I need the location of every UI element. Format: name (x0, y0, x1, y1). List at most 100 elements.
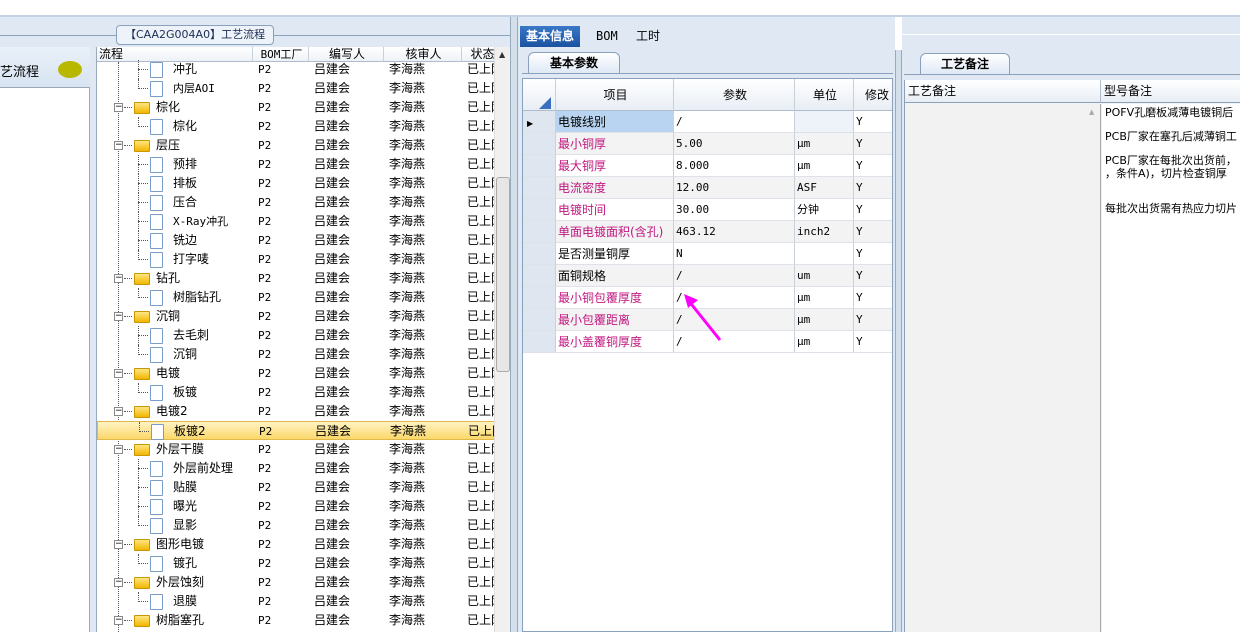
splitter-left[interactable] (510, 17, 518, 632)
col-header-unit[interactable]: 单位 (795, 79, 854, 111)
table-row[interactable]: 板镀 P2 吕建会 李海燕 已上网 (97, 383, 494, 402)
side-nav-item-process-flow[interactable]: 艺流程 (0, 47, 90, 88)
table-row[interactable]: 内层AOI P2 吕建会 李海燕 已上网 (97, 79, 494, 98)
table-row[interactable]: 曝光 P2 吕建会 李海燕 已上网 (97, 497, 494, 516)
table-row[interactable]: − 钻孔 P2 吕建会 李海燕 已上网 (97, 269, 494, 288)
param-value-input[interactable]: 8.000 (674, 155, 795, 177)
table-row[interactable]: 预排 P2 吕建会 李海燕 已上网 (97, 155, 494, 174)
document-icon (150, 328, 163, 344)
param-value-input[interactable]: / (674, 111, 795, 133)
table-row[interactable]: 树脂钻孔 P2 吕建会 李海燕 已上网 (97, 288, 494, 307)
cell-author: 吕建会 (314, 176, 351, 190)
param-item: 最小铜包覆厚度 (556, 287, 674, 309)
table-row[interactable]: − 外层干膜 P2 吕建会 李海燕 已上网 (97, 440, 494, 459)
row-header[interactable] (523, 133, 556, 155)
splitter-right[interactable] (895, 50, 902, 632)
table-row[interactable]: 显影 P2 吕建会 李海燕 已上网 (97, 516, 494, 535)
table-row[interactable]: 外层前处理 P2 吕建会 李海燕 已上网 (97, 459, 494, 478)
row-header[interactable]: ▶ (523, 111, 556, 133)
row-header[interactable] (523, 331, 556, 353)
param-value-input[interactable]: N (674, 243, 795, 265)
table-row[interactable]: 沉铜 P2 吕建会 李海燕 已上网 (97, 345, 494, 364)
param-value-input[interactable]: 30.00 (674, 199, 795, 221)
table-row[interactable]: 冲孔 P2 吕建会 李海燕 已上网 (97, 60, 494, 79)
tab-bom[interactable]: BOM (590, 26, 624, 47)
subtab-process-notes[interactable]: 工艺备注 (920, 53, 1010, 74)
table-row[interactable]: 压合 P2 吕建会 李海燕 已上网 (97, 193, 494, 212)
cell-reviewer: 李海燕 (389, 366, 426, 380)
table-row[interactable]: − 外层蚀刻 P2 吕建会 李海燕 已上网 (97, 573, 494, 592)
process-notes-field[interactable] (905, 104, 1101, 632)
collapse-icon[interactable]: − (114, 312, 123, 321)
tab-work-hours[interactable]: 工时 (630, 26, 666, 47)
cell-bom: P2 (258, 158, 272, 171)
row-header[interactable] (523, 243, 556, 265)
cell-reviewer: 李海燕 (389, 556, 426, 570)
param-value-input[interactable]: / (674, 265, 795, 287)
cell-status: 已上网 (467, 499, 494, 513)
table-row[interactable]: − 沉铜 P2 吕建会 李海燕 已上网 (97, 307, 494, 326)
cell-bom: P2 (259, 425, 273, 438)
table-row[interactable]: X-Ray冲孔 P2 吕建会 李海燕 已上网 (97, 212, 494, 231)
row-header[interactable] (523, 287, 556, 309)
param-unit: μm (795, 287, 854, 309)
tree-branch-line (138, 525, 148, 526)
col-header-item[interactable]: 项目 (556, 79, 674, 111)
row-header[interactable] (523, 177, 556, 199)
collapse-icon[interactable]: − (114, 540, 123, 549)
param-value-input[interactable]: 12.00 (674, 177, 795, 199)
param-modify: Y (854, 309, 892, 331)
table-row[interactable]: 排板 P2 吕建会 李海燕 已上网 (97, 174, 494, 193)
param-value-input[interactable]: 463.12 (674, 221, 795, 243)
row-header[interactable] (523, 309, 556, 331)
table-row[interactable]: 打字唛 P2 吕建会 李海燕 已上网 (97, 250, 494, 269)
table-row[interactable]: 板镀2 P2 吕建会 李海燕 已上网 (97, 421, 494, 440)
tree-node-label: 外层蚀刻 (156, 575, 205, 589)
collapse-icon[interactable]: − (114, 141, 123, 150)
collapse-icon[interactable]: − (114, 369, 123, 378)
row-header[interactable] (523, 265, 556, 287)
scroll-up-icon[interactable]: ▲ (1089, 108, 1094, 116)
col-header-value[interactable]: 参数 (674, 79, 795, 111)
table-row[interactable]: − 层压 P2 吕建会 李海燕 已上网 (97, 136, 494, 155)
row-header[interactable] (523, 221, 556, 243)
table-row[interactable]: − 电镀 P2 吕建会 李海燕 已上网 (97, 364, 494, 383)
scroll-up-icon[interactable]: ▲ (499, 50, 505, 59)
collapse-icon[interactable]: − (114, 445, 123, 454)
col-header-modify[interactable]: 修改 (854, 79, 892, 111)
tree-branch-line (138, 563, 148, 564)
table-row[interactable]: 贴膜 P2 吕建会 李海燕 已上网 (97, 478, 494, 497)
collapse-icon[interactable]: − (114, 407, 123, 416)
scroll-thumb[interactable] (496, 177, 510, 372)
collapse-icon[interactable]: − (114, 578, 123, 587)
param-item: 最小铜厚 (556, 133, 674, 155)
param-value-input[interactable]: 5.00 (674, 133, 795, 155)
subtab-basic-params[interactable]: 基本参数 (528, 52, 620, 73)
tab-basic-info[interactable]: 基本信息 (520, 26, 581, 47)
cell-author: 吕建会 (314, 594, 351, 608)
folder-icon (134, 539, 150, 551)
cell-reviewer: 李海燕 (389, 271, 426, 285)
table-row[interactable]: − 图形电镀 P2 吕建会 李海燕 已上网 (97, 535, 494, 554)
table-row[interactable]: − 棕化 P2 吕建会 李海燕 已上网 (97, 98, 494, 117)
row-header[interactable] (523, 155, 556, 177)
col-header-model-notes[interactable]: 型号备注 (1101, 80, 1240, 103)
table-row[interactable]: 镀孔 P2 吕建会 李海燕 已上网 (97, 554, 494, 573)
collapse-icon[interactable]: − (114, 103, 123, 112)
tree-scrollbar[interactable]: ▲ (494, 47, 510, 632)
collapse-icon[interactable]: − (114, 616, 123, 625)
table-row[interactable]: 退膜 P2 吕建会 李海燕 已上网 (97, 592, 494, 611)
tree-cell: − 沉铜 (97, 307, 253, 326)
table-row[interactable]: 铣边 P2 吕建会 李海燕 已上网 (97, 231, 494, 250)
table-row[interactable]: − 树脂塞孔 P2 吕建会 李海燕 已上网 (97, 611, 494, 630)
cell-bom: P2 (258, 177, 272, 190)
tree-node-label: 层压 (156, 138, 181, 152)
col-header-process-notes[interactable]: 工艺备注 (905, 80, 1101, 103)
table-row[interactable]: 去毛刺 P2 吕建会 李海燕 已上网 (97, 326, 494, 345)
cell-author: 吕建会 (314, 271, 351, 285)
row-header[interactable] (523, 199, 556, 221)
table-row[interactable]: − 电镀2 P2 吕建会 李海燕 已上网 (97, 402, 494, 421)
table-row[interactable]: 棕化 P2 吕建会 李海燕 已上网 (97, 117, 494, 136)
model-notes-field[interactable] (1102, 104, 1240, 632)
collapse-icon[interactable]: − (114, 274, 123, 283)
